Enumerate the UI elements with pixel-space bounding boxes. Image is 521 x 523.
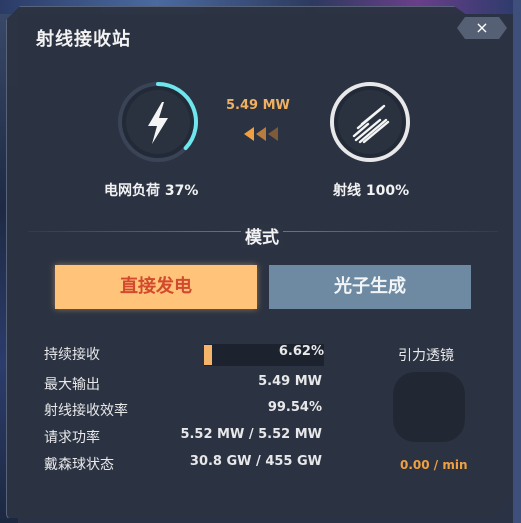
stat-row-request-power: 请求功率 5.52 MW / 5.52 MW (44, 427, 322, 447)
flow-arrows-icon (244, 127, 278, 141)
photon-generation-button[interactable]: 光子生成 (269, 265, 471, 309)
mode-title: 模式 (241, 223, 283, 248)
stat-value: 5.49 MW (258, 374, 322, 389)
stat-row-efficiency: 射线接收效率 99.54% (44, 400, 322, 420)
close-button[interactable]: × (457, 17, 507, 39)
power-load-label: 电网负荷 37% (104, 183, 199, 199)
game-background-right (513, 0, 521, 523)
ray-gauge (328, 80, 412, 164)
gravity-lens-slot[interactable] (393, 372, 465, 442)
direct-generation-button[interactable]: 直接发电 (55, 265, 257, 309)
stat-value: 6.62% (278, 344, 324, 359)
progress-fill (204, 345, 212, 365)
stat-row-dyson-sphere: 戴森球状态 30.8 GW / 455 GW (44, 454, 322, 474)
power-gauge-ring (118, 82, 198, 162)
flow-value: 5.49 MW (226, 98, 290, 113)
stat-value: 99.54% (267, 400, 322, 415)
gravity-lens-rate: 0.00 / min (400, 458, 468, 472)
stat-label: 持续接收 (44, 347, 100, 363)
stat-label: 最大输出 (44, 377, 100, 393)
stat-label: 戴森球状态 (44, 457, 114, 473)
stat-row-continuous: 持续接收 6.62% (44, 344, 326, 366)
window-title: 射线接收站 (36, 29, 131, 50)
stat-value: 5.52 MW / 5.52 MW (180, 427, 322, 442)
stat-row-max-output: 最大输出 5.49 MW (44, 374, 322, 394)
power-load-gauge (116, 80, 200, 164)
stat-value: 30.8 GW / 455 GW (189, 454, 322, 469)
gravity-lens-title: 引力透镜 (398, 348, 454, 364)
stat-label: 射线接收效率 (44, 403, 128, 419)
ray-gauge-ring (330, 82, 410, 162)
ray-label: 射线 100% (333, 183, 410, 199)
